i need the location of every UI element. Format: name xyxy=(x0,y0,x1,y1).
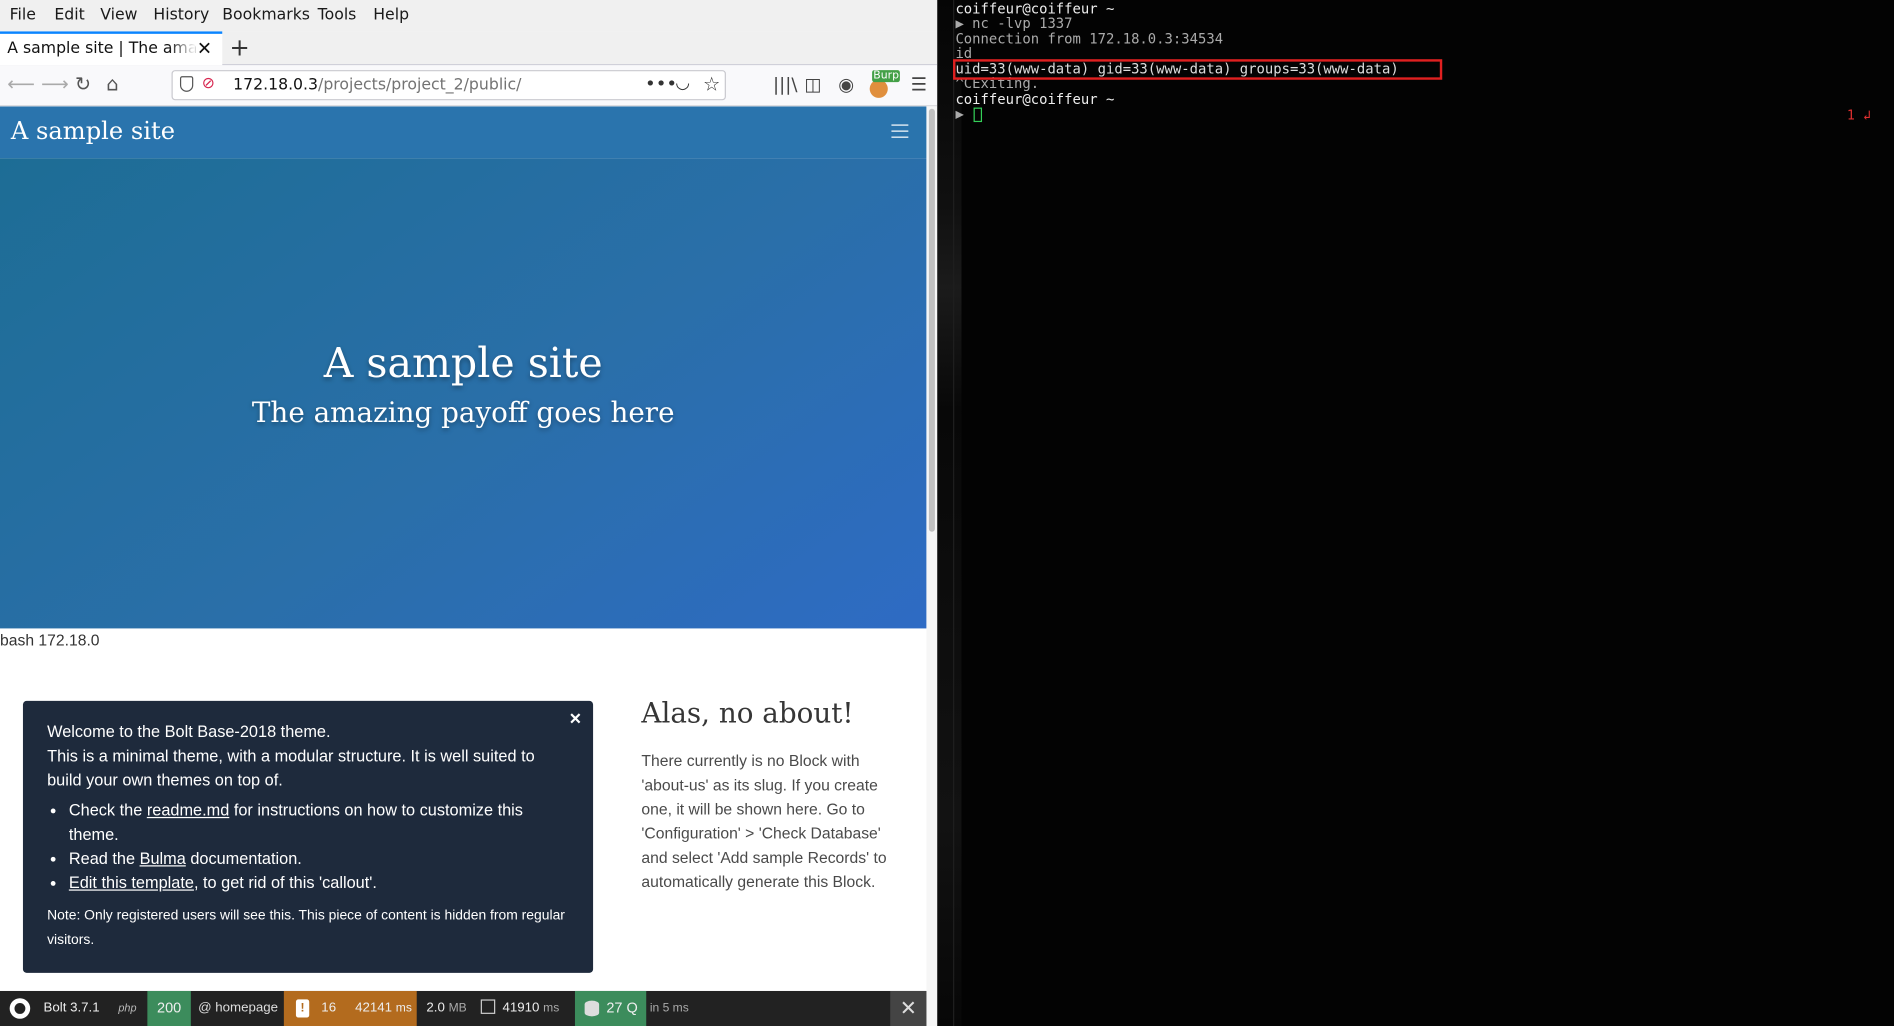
new-tab-button[interactable]: + xyxy=(230,33,250,62)
terminal-line-2: ▶ nc -lvp 1337 xyxy=(955,14,1073,32)
menu-help[interactable]: Help xyxy=(373,6,409,24)
pane-divider xyxy=(953,0,955,1026)
bookmark-star-icon[interactable]: ☆ xyxy=(703,73,720,96)
hero-title: A sample site xyxy=(323,339,603,388)
close-tab-icon[interactable]: ✕ xyxy=(197,37,212,59)
menu-history[interactable]: History xyxy=(153,6,209,24)
site-burger-icon[interactable] xyxy=(891,124,909,138)
warning-icon: ! xyxy=(295,999,310,1018)
site-navbar: A sample site xyxy=(0,106,927,159)
insecure-lock-icon[interactable]: ⊘ xyxy=(202,75,215,93)
warnings-panel[interactable]: ! 16 42141 ms xyxy=(283,990,417,1026)
sidebar-icon[interactable]: ◫ xyxy=(804,74,821,96)
close-debug-bar-icon[interactable]: ✕ xyxy=(890,990,927,1026)
menu-view[interactable]: View xyxy=(100,6,137,24)
about-text: There currently is no Block with 'about-… xyxy=(641,751,887,891)
more-dots-icon[interactable]: ••• xyxy=(645,73,677,95)
terminal-right-prompt: 1 ↲ xyxy=(1846,107,1871,124)
menu-tools[interactable]: Tools xyxy=(318,6,357,24)
list-item: Edit this template, to get rid of this '… xyxy=(69,871,542,895)
injected-output-text: bash 172.18.0 xyxy=(0,630,100,649)
account-icon[interactable]: ◉ xyxy=(838,74,854,96)
callout-description: This is a minimal theme, with a modular … xyxy=(47,746,535,790)
query-count: 27 Q xyxy=(606,999,638,1017)
memory-usage[interactable]: 2.0 MB xyxy=(426,991,466,1026)
php-icon[interactable]: php xyxy=(118,991,136,1026)
url-path: /projects/project_2/public/ xyxy=(318,76,522,95)
status-badge[interactable]: 200 xyxy=(147,990,191,1026)
calendar-icon xyxy=(480,999,496,1014)
menu-bookmarks[interactable]: Bookmarks xyxy=(222,6,310,24)
list-item: Read the Bulma documentation. xyxy=(69,847,542,871)
url-host: 172.18.0.3 xyxy=(233,76,319,95)
terminal-wallpaper-edge xyxy=(937,0,962,1026)
database-icon xyxy=(584,1000,600,1017)
navigation-toolbar: ⟵ ⟶ ↻ ⌂ ⊘ 172.18.0.3/projects/project_2/… xyxy=(0,65,938,107)
highlight-box xyxy=(953,59,1443,80)
request-time: 42141 ms xyxy=(355,1000,412,1016)
warnings-count: 16 xyxy=(321,1000,337,1016)
close-icon[interactable]: ✕ xyxy=(569,707,582,731)
terminal-cursor xyxy=(973,107,983,123)
list-item: Check the readme.md for instructions on … xyxy=(69,799,542,847)
query-time: in 5 ms xyxy=(649,1001,689,1016)
browser-window: File Edit View History Bookmarks Tools H… xyxy=(0,0,938,1026)
terminal-line-8: ▶ xyxy=(955,105,973,123)
callout-list: Check the readme.md for instructions on … xyxy=(47,799,542,896)
database-panel[interactable]: 27 Q xyxy=(574,990,647,1026)
bolt-debug-bar: Bolt 3.7.1 php 200 @ homepage ! 16 42141… xyxy=(0,990,927,1026)
library-icon[interactable]: |||\ xyxy=(773,74,797,96)
reload-icon[interactable]: ↻ xyxy=(75,73,91,96)
callout-note: Note: Only registered users will see thi… xyxy=(47,908,565,948)
callout-welcome: Welcome to the Bolt Base-2018 theme. xyxy=(47,722,331,741)
tab-title: A sample site | The amazing payoff goes … xyxy=(7,39,196,59)
about-section: Alas, no about! There currently is no Bl… xyxy=(641,696,901,894)
hamburger-menu-icon[interactable]: ☰ xyxy=(911,74,927,96)
pocket-icon[interactable]: ◡ xyxy=(675,74,690,93)
menu-bar: File Edit View History Bookmarks Tools H… xyxy=(0,0,938,32)
hero-subtitle: The amazing payoff goes here xyxy=(251,397,675,430)
home-icon[interactable]: ⌂ xyxy=(106,73,118,96)
page-scrollbar[interactable] xyxy=(926,106,938,1026)
burp-badge: Burp xyxy=(872,70,901,83)
render-time[interactable]: 41910 ms xyxy=(480,991,559,1026)
page-viewport: A sample site A sample site The amazing … xyxy=(0,106,927,1026)
shield-icon[interactable] xyxy=(179,76,194,92)
menu-edit[interactable]: Edit xyxy=(54,6,84,24)
terminal-line-7: coiffeur@coiffeur ~ xyxy=(955,90,1115,108)
callout-box: ✕ Welcome to the Bolt Base-2018 theme. T… xyxy=(22,700,594,973)
scrollbar-thumb[interactable] xyxy=(928,108,935,532)
route-label[interactable]: @ homepage xyxy=(198,991,278,1026)
terminal-line-3: Connection from 172.18.0.3:34534 xyxy=(955,30,1224,48)
bolt-version[interactable]: Bolt 3.7.1 xyxy=(43,991,99,1026)
active-tab[interactable]: A sample site | The amazing payoff goes … xyxy=(0,31,223,66)
forward-arrow-icon[interactable]: ⟶ xyxy=(41,73,69,96)
back-arrow-icon[interactable]: ⟵ xyxy=(7,73,35,96)
edit-template-link[interactable]: Edit this template xyxy=(69,874,194,892)
about-title: Alas, no about! xyxy=(641,698,854,730)
bulma-link[interactable]: Bulma xyxy=(140,850,186,868)
menu-file[interactable]: File xyxy=(10,6,36,24)
url-bar[interactable]: ⊘ 172.18.0.3/projects/project_2/public/ … xyxy=(171,70,726,101)
terminal-window[interactable]: coiffeur@coiffeur ~ ▶ nc -lvp 1337 Conne… xyxy=(937,0,1894,1026)
tab-strip: A sample site | The amazing payoff goes … xyxy=(0,31,938,66)
bolt-logo-icon[interactable] xyxy=(9,998,31,1019)
burp-extension-icon[interactable]: Burp xyxy=(869,70,901,98)
burp-logo xyxy=(869,79,888,98)
readme-link[interactable]: readme.md xyxy=(147,801,229,819)
site-brand[interactable]: A sample site xyxy=(11,116,175,145)
hero-section: A sample site The amazing payoff goes he… xyxy=(0,158,927,629)
